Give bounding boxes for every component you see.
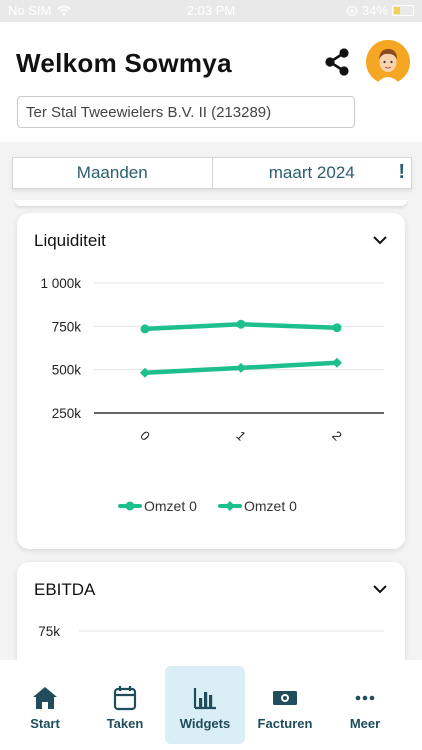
legend-marker [125, 501, 135, 511]
bottom-navigation: Start Taken Widgets Facturen Meer [0, 660, 422, 750]
data-point[interactable] [332, 357, 342, 368]
data-point[interactable] [332, 323, 342, 333]
nav-label: Start [30, 716, 60, 731]
dashboard-content[interactable]: Maanden maart 2024 ! Liquiditeit 250k 500… [0, 142, 422, 660]
data-point[interactable] [140, 324, 150, 334]
data-point[interactable] [236, 319, 246, 329]
alert-indicator[interactable]: ! [398, 161, 405, 184]
orientation-lock-icon [346, 5, 358, 16]
y-tick-label: 75k [38, 624, 60, 639]
share-icon [325, 48, 349, 76]
ebitda-card: EBITDA 75k [17, 562, 405, 660]
nav-start[interactable]: Start [5, 666, 85, 744]
battery-percent: 34% [361, 3, 388, 18]
header: Welkom Sowmya Ter Stal Tweewielers B.V. … [0, 22, 422, 142]
nav-label: Meer [349, 716, 381, 731]
legend-marker [225, 501, 235, 511]
home-icon [33, 687, 57, 709]
ebitda-chart: 75k [38, 624, 384, 639]
liquiditeit-card: Liquiditeit 250k 500k 750k 1 000k 0 1 2 Omzet 0… [17, 213, 405, 549]
share-button[interactable] [322, 46, 352, 78]
nav-label: Facturen [257, 716, 313, 731]
x-tick-label: 1 [233, 428, 249, 444]
period-selector[interactable]: maart 2024 [213, 158, 412, 188]
nav-meer[interactable]: Meer [325, 666, 405, 744]
bar-chart-icon [193, 688, 216, 710]
status-bar: No SIM 2:03 PM 34% [0, 0, 422, 22]
x-tick-label: 0 [137, 428, 153, 444]
data-point[interactable] [236, 362, 246, 373]
x-tick-label: 2 [329, 428, 345, 444]
card-edge [15, 200, 407, 206]
more-icon [355, 695, 375, 701]
avatar[interactable] [366, 40, 410, 84]
company-select[interactable]: Ter Stal Tweewielers B.V. II (213289) [17, 96, 355, 128]
nav-taken[interactable]: Taken [85, 666, 165, 744]
legend-label[interactable]: Omzet 0 [244, 498, 297, 514]
battery-icon [392, 5, 414, 16]
nav-facturen[interactable]: Facturen [245, 666, 325, 744]
nav-label: Taken [106, 716, 144, 731]
period-filter: Maanden maart 2024 ! [12, 157, 412, 189]
legend-label[interactable]: Omzet 0 [144, 498, 197, 514]
y-tick-label: 750k [52, 319, 82, 334]
calendar-icon [113, 686, 137, 711]
nav-label: Widgets [179, 716, 231, 731]
user-avatar-icon [366, 40, 410, 84]
nav-widgets[interactable]: Widgets [165, 666, 245, 744]
y-tick-label: 1 000k [40, 276, 81, 291]
y-tick-label: 250k [52, 406, 82, 421]
y-tick-label: 500k [52, 363, 82, 378]
page-title: Welkom Sowmya [16, 48, 232, 78]
liquiditeit-chart: 250k 500k 750k 1 000k 0 1 2 Omzet 0 Omzet 0 [40, 276, 384, 514]
period-type-selector[interactable]: Maanden [13, 158, 213, 188]
banknote-icon [273, 691, 297, 705]
